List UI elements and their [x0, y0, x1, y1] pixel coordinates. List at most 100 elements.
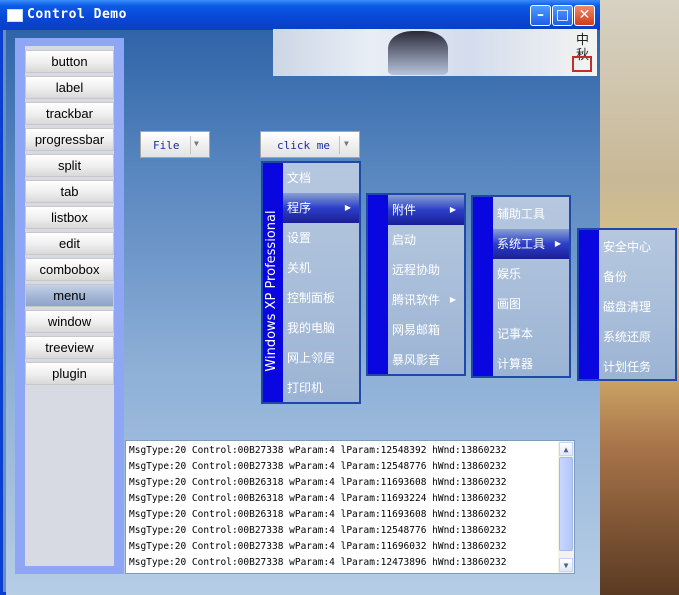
system-tools-menu: 安全中心备份磁盘清理系统还原计划任务	[577, 228, 677, 381]
sidebar-item-label[interactable]: label	[25, 76, 114, 99]
log-line: MsgType:20 Control:00B27338 wParam:4 lPa…	[129, 445, 507, 456]
system_tools-menu-item[interactable]: 备份	[599, 262, 675, 292]
system_tools-menu-item[interactable]: 磁盘清理	[599, 292, 675, 322]
main-menu-item[interactable]: 设置	[283, 223, 359, 253]
scroll-up-icon[interactable]: ▲	[559, 442, 573, 456]
file-combobox-label: File	[153, 139, 180, 152]
log-line: MsgType:20 Control:00B26318 wParam:4 lPa…	[129, 493, 507, 504]
window-icon	[7, 9, 23, 22]
main-menu-item[interactable]: 程序 ▶	[283, 193, 359, 223]
menu-item-label: 画图	[497, 297, 522, 311]
menu-item-label: 磁盘清理	[603, 300, 652, 314]
system_tools-menu-item[interactable]: 计划任务	[599, 352, 675, 382]
sidebar-item-trackbar[interactable]: trackbar	[25, 102, 114, 125]
submenu-arrow-icon: ▶	[449, 295, 456, 304]
menu-item-label: 腾讯软件	[392, 293, 441, 307]
banner-figure-image	[388, 31, 448, 75]
menu-item-label: 记事本	[497, 327, 534, 341]
sidebar-item-menu[interactable]: menu	[25, 284, 114, 307]
menu-item-label: 远程协助	[392, 263, 441, 277]
file-combobox[interactable]: File ▼	[140, 131, 210, 158]
log-line: MsgType:20 Control:00B27338 wParam:4 lPa…	[129, 461, 507, 472]
title-bar[interactable]: Control Demo – □ ✕	[0, 0, 600, 30]
programs-menu-item[interactable]: 启动	[388, 225, 464, 255]
menu-item-label: 计算器	[497, 357, 534, 371]
combobox-divider	[190, 136, 191, 154]
menu-item-label: 系统还原	[603, 330, 652, 344]
start-menu: Windows XP Professional 文档程序 ▶ 设置关机控制面板我的电…	[261, 161, 361, 404]
menu-item-label: 打印机	[287, 381, 324, 395]
banner-seal-icon	[572, 56, 592, 72]
windows-xp-label: Windows XP Professional	[264, 210, 279, 372]
click-me-label: click me	[277, 139, 330, 152]
log-scrollbar[interactable]: ▲ ▼	[558, 441, 574, 573]
sidebar-item-button[interactable]: button	[25, 50, 114, 73]
minimize-button[interactable]: –	[530, 5, 551, 26]
programs-menu-item[interactable]: 腾讯软件 ▶	[388, 285, 464, 315]
main-menu-item[interactable]: 网上邻居	[283, 343, 359, 373]
menu-item-label: 启动	[392, 233, 417, 247]
chevron-down-icon[interactable]: ▼	[344, 139, 349, 148]
sidebar-item-treeview[interactable]: treeview	[25, 336, 114, 359]
sidebar-item-split[interactable]: split	[25, 154, 114, 177]
submenu-arrow-icon: ▶	[344, 203, 351, 212]
accessories-menu-item[interactable]: 计算器	[493, 349, 569, 379]
scroll-down-icon[interactable]: ▼	[559, 558, 573, 572]
programs-menu-item[interactable]: 远程协助	[388, 255, 464, 285]
sidebar-item-tab[interactable]: tab	[25, 180, 114, 203]
system_tools-menu-item[interactable]: 安全中心	[599, 232, 675, 262]
sidebar-item-plugin[interactable]: plugin	[25, 362, 114, 385]
system_tools-menu-item[interactable]: 系统还原	[599, 322, 675, 352]
main-menu-item[interactable]: 我的电脑	[283, 313, 359, 343]
log-line: MsgType:20 Control:00B27338 wParam:4 lPa…	[129, 557, 507, 568]
menu-side-strip	[579, 230, 599, 379]
accessories-menu-item[interactable]: 系统工具 ▶	[493, 229, 569, 259]
menu-item-label: 暴风影音	[392, 353, 441, 367]
accessories-menu: 辅助工具系统工具 ▶ 娱乐画图记事本计算器	[471, 195, 571, 378]
message-log[interactable]: MsgType:20 Control:00B27338 wParam:4 lPa…	[125, 440, 575, 574]
menu-item-label: 设置	[287, 231, 312, 245]
menu-side-strip	[473, 197, 493, 376]
submenu-arrow-icon: ▶	[554, 239, 561, 248]
log-line: MsgType:20 Control:00B27338 wParam:4 lPa…	[129, 525, 507, 536]
main-menu-item[interactable]: 打印机	[283, 373, 359, 403]
window-title: Control Demo	[27, 7, 127, 22]
menu-item-label: 网上邻居	[287, 351, 336, 365]
menu-item-label: 备份	[603, 270, 628, 284]
programs-menu-item[interactable]: 网易邮箱	[388, 315, 464, 345]
menu-item-label: 辅助工具	[497, 207, 546, 221]
menu-item-label: 程序	[287, 201, 312, 215]
accessories-menu-item[interactable]: 记事本	[493, 319, 569, 349]
programs-menu-item[interactable]: 附件 ▶	[388, 195, 464, 225]
accessories-menu-item[interactable]: 辅助工具	[493, 199, 569, 229]
log-line: MsgType:20 Control:00B26318 wParam:4 lPa…	[129, 477, 507, 488]
accessories-menu-item[interactable]: 娱乐	[493, 259, 569, 289]
menu-item-label: 关机	[287, 261, 312, 275]
main-menu-item[interactable]: 关机	[283, 253, 359, 283]
combobox-divider	[339, 136, 340, 154]
accessories-menu-item[interactable]: 画图	[493, 289, 569, 319]
scroll-thumb[interactable]	[559, 457, 573, 551]
sidebar-item-combobox[interactable]: combobox	[25, 258, 114, 281]
chevron-down-icon[interactable]: ▼	[194, 139, 199, 148]
maximize-button[interactable]: □	[552, 5, 573, 26]
menu-item-label: 计划任务	[603, 360, 652, 374]
sidebar-item-listbox[interactable]: listbox	[25, 206, 114, 229]
sidebar-item-window[interactable]: window	[25, 310, 114, 333]
menu-item-label: 文档	[287, 171, 312, 185]
programs-menu-item[interactable]: 暴风影音	[388, 345, 464, 375]
menu-item-label: 系统工具	[497, 237, 546, 251]
main-menu-item[interactable]: 文档	[283, 163, 359, 193]
menu-side-strip: Windows XP Professional	[263, 163, 283, 402]
sidebar-item-progressbar[interactable]: progressbar	[25, 128, 114, 151]
programs-menu: 附件 ▶ 启动远程协助腾讯软件 ▶ 网易邮箱暴风影音	[366, 193, 466, 376]
menu-item-label: 我的电脑	[287, 321, 336, 335]
main-menu-item[interactable]: 控制面板	[283, 283, 359, 313]
sidebar-item-edit[interactable]: edit	[25, 232, 114, 255]
log-line: MsgType:20 Control:00B27338 wParam:4 lPa…	[129, 541, 507, 552]
menu-item-label: 安全中心	[603, 240, 652, 254]
click-me-combobox[interactable]: click me ▼	[260, 131, 360, 158]
submenu-arrow-icon: ▶	[449, 205, 456, 214]
close-button[interactable]: ✕	[574, 5, 595, 26]
mid-autumn-banner: 中秋	[273, 29, 597, 76]
